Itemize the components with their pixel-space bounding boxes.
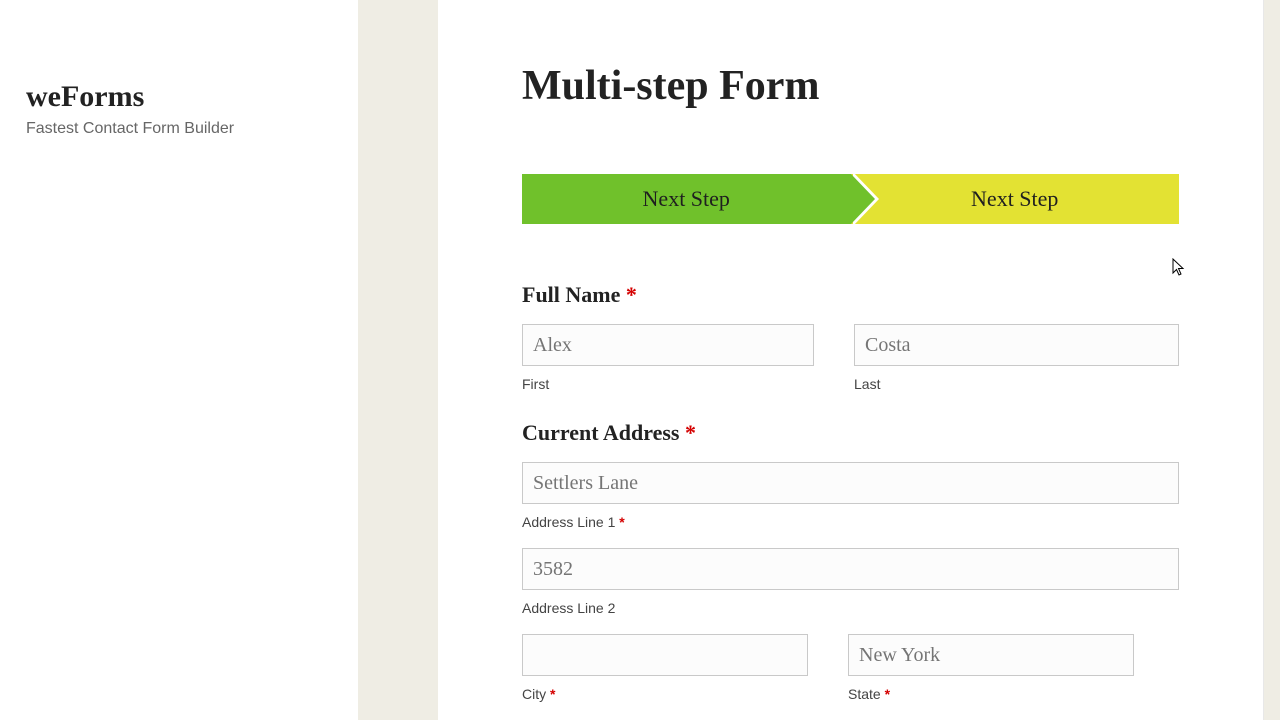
city-input[interactable]: [522, 634, 808, 676]
address-line1-input[interactable]: [522, 462, 1179, 504]
step-1-label: Next Step: [643, 186, 730, 212]
full-name-label: Full Name *: [522, 282, 1179, 308]
layout-divider: [358, 0, 438, 720]
step-2-label: Next Step: [971, 186, 1058, 212]
address-label-text: Current Address: [522, 420, 679, 445]
step-progress: Next Step Next Step: [522, 174, 1179, 224]
address-label: Current Address *: [522, 420, 1179, 446]
last-name-input[interactable]: [854, 324, 1179, 366]
page-title: Multi-step Form: [522, 62, 1179, 110]
site-tagline: Fastest Contact Form Builder: [26, 120, 358, 138]
city-sublabel-text: City: [522, 686, 546, 702]
required-mark: *: [619, 514, 624, 530]
address-line1-sublabel-text: Address Line 1: [522, 514, 615, 530]
address-line1-sublabel: Address Line 1 *: [522, 514, 1179, 530]
first-name-input[interactable]: [522, 324, 814, 366]
cursor-icon: [1172, 258, 1186, 278]
address-line2-sublabel: Address Line 2: [522, 600, 1179, 616]
state-input[interactable]: [848, 634, 1134, 676]
step-1[interactable]: Next Step: [522, 174, 851, 224]
right-gutter: [1264, 0, 1280, 720]
required-mark: *: [550, 686, 555, 702]
address-group: Current Address * Address Line 1 * Addre…: [522, 420, 1179, 702]
required-mark: *: [626, 282, 637, 307]
sidebar: weForms Fastest Contact Form Builder: [0, 0, 358, 720]
step-2[interactable]: Next Step: [851, 174, 1180, 224]
last-name-sublabel: Last: [854, 376, 1179, 392]
first-name-sublabel: First: [522, 376, 814, 392]
full-name-label-text: Full Name: [522, 282, 620, 307]
required-mark: *: [685, 420, 696, 445]
state-sublabel: State *: [848, 686, 1134, 702]
main-content: Multi-step Form Next Step Next Step Full…: [438, 0, 1264, 720]
site-title[interactable]: weForms: [26, 80, 358, 114]
full-name-group: Full Name * First Last: [522, 282, 1179, 392]
required-mark: *: [885, 686, 890, 702]
state-sublabel-text: State: [848, 686, 881, 702]
city-sublabel: City *: [522, 686, 808, 702]
address-line2-input[interactable]: [522, 548, 1179, 590]
